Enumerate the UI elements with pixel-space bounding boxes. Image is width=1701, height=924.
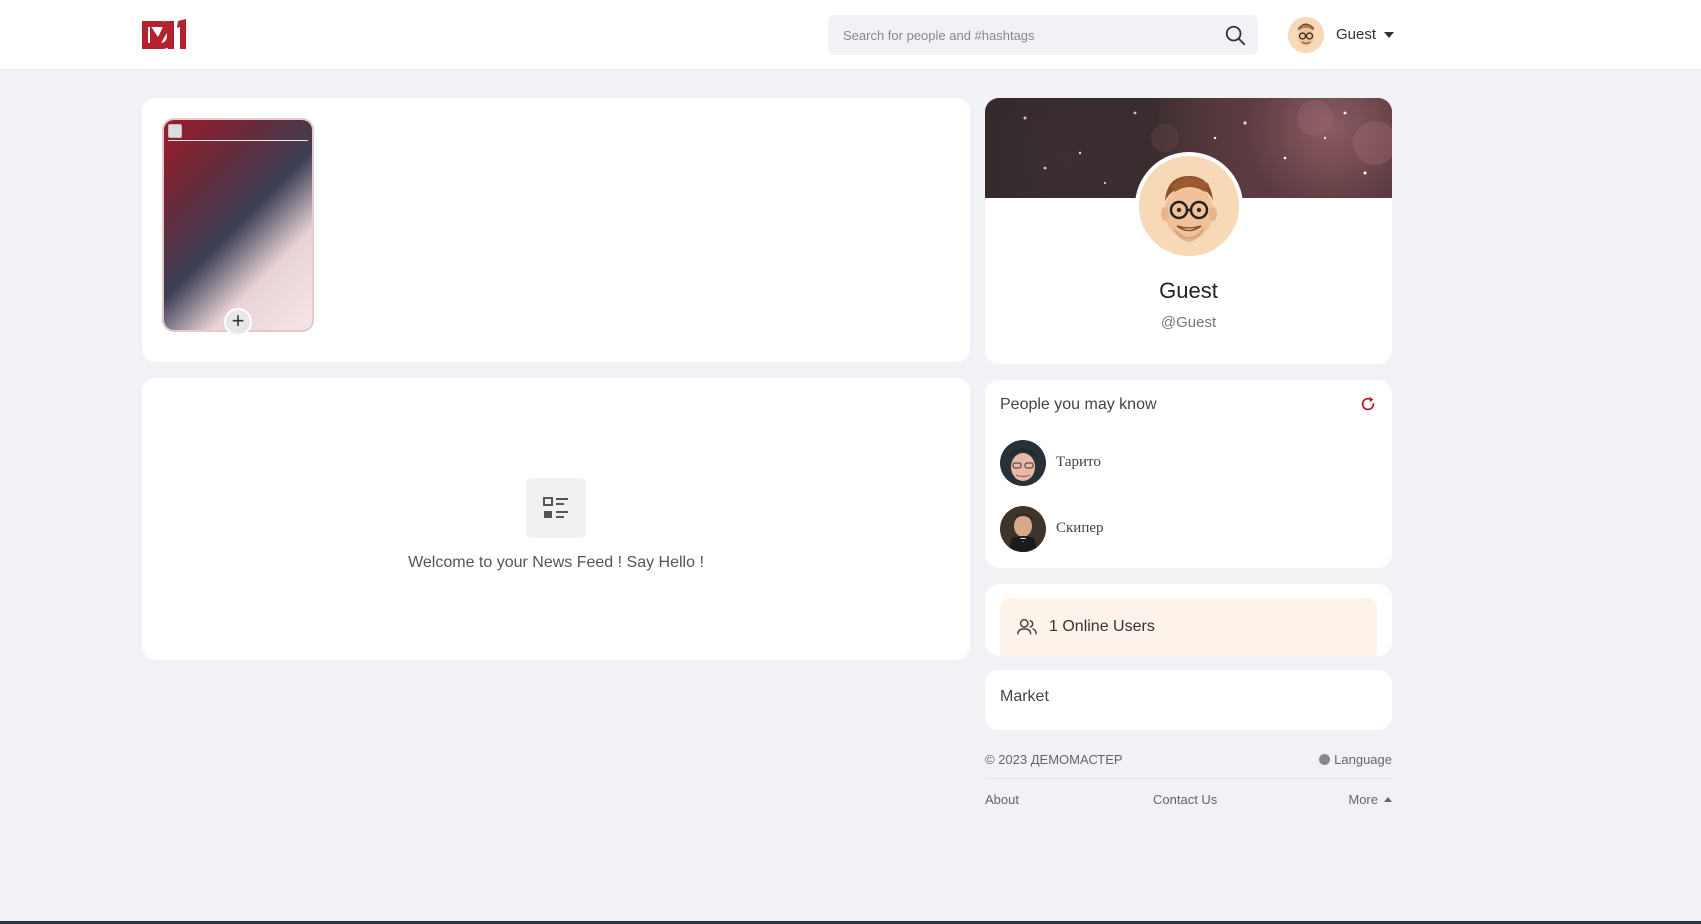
search-icon[interactable] — [1224, 24, 1246, 46]
divider — [168, 140, 308, 141]
more-menu[interactable]: More — [1348, 792, 1392, 807]
feed-empty-message: Welcome to your News Feed ! Say Hello ! — [408, 554, 704, 571]
market-card[interactable]: Market — [985, 670, 1392, 730]
avatar — [1000, 506, 1046, 552]
online-users-label: 1 Online Users — [1049, 618, 1155, 635]
logo[interactable] — [140, 17, 190, 53]
profile-name[interactable]: Guest — [985, 278, 1392, 304]
language-label: Language — [1334, 752, 1392, 767]
avatar — [1000, 440, 1046, 486]
avatar — [1288, 17, 1324, 53]
online-users-button[interactable]: 1 Online Users — [1000, 598, 1377, 656]
market-label: Market — [1000, 688, 1049, 705]
story-image — [164, 120, 312, 330]
pymk-title: People you may know — [1000, 396, 1157, 413]
online-users-card: 1 Online Users — [985, 584, 1392, 656]
person-name: Скипер — [1056, 520, 1104, 536]
person-name: Тарито — [1056, 454, 1101, 470]
contact-link[interactable]: Contact Us — [1153, 792, 1217, 807]
feed-icon — [526, 478, 586, 538]
globe-icon — [1319, 754, 1331, 765]
more-label: More — [1348, 792, 1378, 807]
user-name: Guest — [1336, 26, 1377, 43]
list-item[interactable]: Тарито — [1000, 440, 1360, 486]
create-story[interactable]: + — [162, 118, 314, 336]
top-header: Guest — [0, 0, 1701, 70]
language-link[interactable]: Language — [1319, 752, 1392, 767]
copyright-text: © 2023 ДЕМОМАСТЕР — [985, 752, 1123, 767]
search-input[interactable] — [828, 15, 1208, 55]
stories-card: + — [142, 98, 970, 362]
people-you-may-know-card: People you may know Тарито Скипер — [985, 380, 1392, 568]
user-menu[interactable]: Guest — [1288, 17, 1398, 53]
list-item[interactable]: Скипер — [1000, 506, 1360, 552]
divider — [985, 778, 1392, 779]
chevron-down-icon — [1384, 32, 1394, 38]
profile-avatar[interactable] — [1135, 152, 1243, 260]
users-icon — [1017, 618, 1037, 635]
refresh-icon[interactable] — [1359, 395, 1377, 413]
chevron-up-icon — [1384, 797, 1392, 802]
broken-image-icon — [168, 124, 182, 138]
search-bar — [828, 15, 1258, 55]
footer: © 2023 ДЕМОМАСТЕР Language About Contact… — [985, 750, 1392, 810]
profile-handle: @Guest — [1160, 314, 1217, 331]
news-feed-card: Welcome to your News Feed ! Say Hello ! — [142, 378, 970, 660]
about-link[interactable]: About — [985, 792, 1019, 807]
profile-card: Guest @Guest — [985, 98, 1392, 364]
add-story-button[interactable]: + — [224, 308, 252, 336]
